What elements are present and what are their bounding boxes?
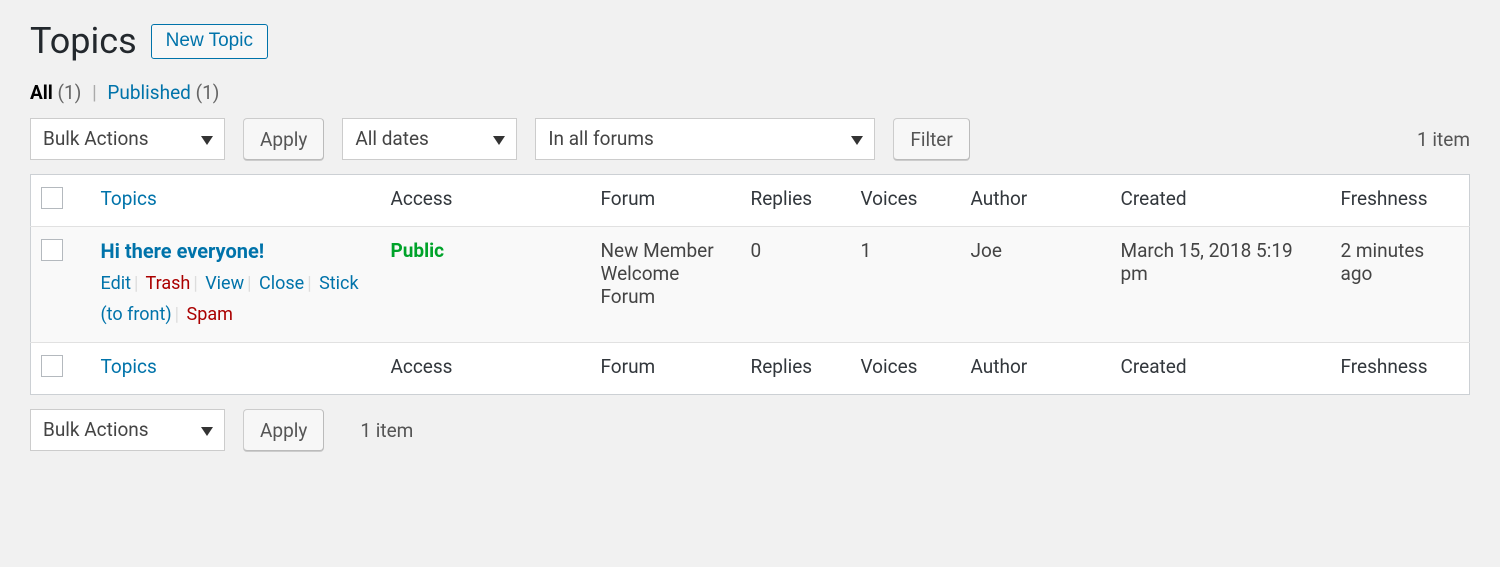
th-created: Created xyxy=(1111,175,1331,227)
bulk-actions-select-bottom[interactable]: Bulk Actions xyxy=(30,409,225,451)
filter-all-count: (1) xyxy=(58,81,82,104)
row-freshness: 2 minutes ago xyxy=(1331,227,1470,343)
select-all-checkbox-top[interactable] xyxy=(41,187,63,209)
row-voices: 1 xyxy=(851,227,961,343)
th-author: Author xyxy=(961,175,1111,227)
tf-topics-link[interactable]: Topics xyxy=(101,355,157,378)
page-header: Topics New Topic xyxy=(30,20,1470,63)
row-author: Joe xyxy=(961,227,1111,343)
dates-select[interactable]: All dates xyxy=(342,118,517,160)
apply-button-bottom[interactable]: Apply xyxy=(243,409,324,451)
action-view[interactable]: View xyxy=(205,273,244,294)
dates-wrap: All dates xyxy=(342,118,517,160)
forums-select[interactable]: In all forums xyxy=(535,118,875,160)
th-access: Access xyxy=(381,175,591,227)
controls-top: Bulk Actions Apply All dates In all foru… xyxy=(30,118,1470,160)
item-count-top: 1 item xyxy=(1417,128,1470,151)
tf-checkbox xyxy=(31,343,91,395)
action-spam[interactable]: Spam xyxy=(187,304,233,325)
select-all-checkbox-bottom[interactable] xyxy=(41,355,63,377)
th-forum: Forum xyxy=(591,175,741,227)
th-replies: Replies xyxy=(741,175,851,227)
filter-separator: | xyxy=(92,81,97,104)
row-created: March 15, 2018 5:19 pm xyxy=(1111,227,1331,343)
filter-all-label[interactable]: All xyxy=(30,81,53,104)
th-topics: Topics xyxy=(91,175,381,227)
tf-topics: Topics xyxy=(91,343,381,395)
row-title-link[interactable]: Hi there everyone! xyxy=(101,239,265,263)
bulk-actions-wrap-bottom: Bulk Actions xyxy=(30,409,225,451)
page-title: Topics xyxy=(30,20,137,63)
row-actions: Edit| Trash| View| Close| Stick (to fron… xyxy=(101,269,371,330)
forums-wrap: In all forums xyxy=(535,118,875,160)
topics-table: Topics Access Forum Replies Voices Autho… xyxy=(30,174,1470,395)
th-voices: Voices xyxy=(851,175,961,227)
row-forum: New Member Welcome Forum xyxy=(591,227,741,343)
action-close[interactable]: Close xyxy=(259,273,304,294)
bulk-actions-wrap: Bulk Actions xyxy=(30,118,225,160)
row-title-cell: Hi there everyone! Edit| Trash| View| Cl… xyxy=(91,227,381,343)
controls-bottom: Bulk Actions Apply 1 item xyxy=(30,409,1470,451)
table-row: Hi there everyone! Edit| Trash| View| Cl… xyxy=(31,227,1470,343)
filter-links: All (1) | Published (1) xyxy=(30,81,1470,104)
th-checkbox xyxy=(31,175,91,227)
table-body: Hi there everyone! Edit| Trash| View| Cl… xyxy=(31,227,1470,343)
row-access: Public xyxy=(381,227,591,343)
new-topic-button[interactable]: New Topic xyxy=(151,24,268,59)
row-replies: 0 xyxy=(741,227,851,343)
item-count-bottom: 1 item xyxy=(360,419,413,442)
filter-published-count: (1) xyxy=(196,81,220,104)
table-head: Topics Access Forum Replies Voices Autho… xyxy=(31,175,1470,227)
table-foot: Topics Access Forum Replies Voices Autho… xyxy=(31,343,1470,395)
action-trash[interactable]: Trash xyxy=(146,273,191,294)
row-checkbox[interactable] xyxy=(41,239,63,261)
tf-author: Author xyxy=(961,343,1111,395)
tf-freshness: Freshness xyxy=(1331,343,1470,395)
tf-forum: Forum xyxy=(591,343,741,395)
bulk-actions-select[interactable]: Bulk Actions xyxy=(30,118,225,160)
tf-access: Access xyxy=(381,343,591,395)
access-value: Public xyxy=(391,239,445,262)
tf-replies: Replies xyxy=(741,343,851,395)
apply-button-top[interactable]: Apply xyxy=(243,118,324,160)
tf-voices: Voices xyxy=(851,343,961,395)
tf-created: Created xyxy=(1111,343,1331,395)
action-edit[interactable]: Edit xyxy=(101,273,131,294)
th-freshness: Freshness xyxy=(1331,175,1470,227)
filter-button[interactable]: Filter xyxy=(893,118,969,160)
filter-published-link[interactable]: Published xyxy=(107,81,190,104)
th-topics-link[interactable]: Topics xyxy=(101,187,157,210)
row-cb xyxy=(31,227,91,343)
